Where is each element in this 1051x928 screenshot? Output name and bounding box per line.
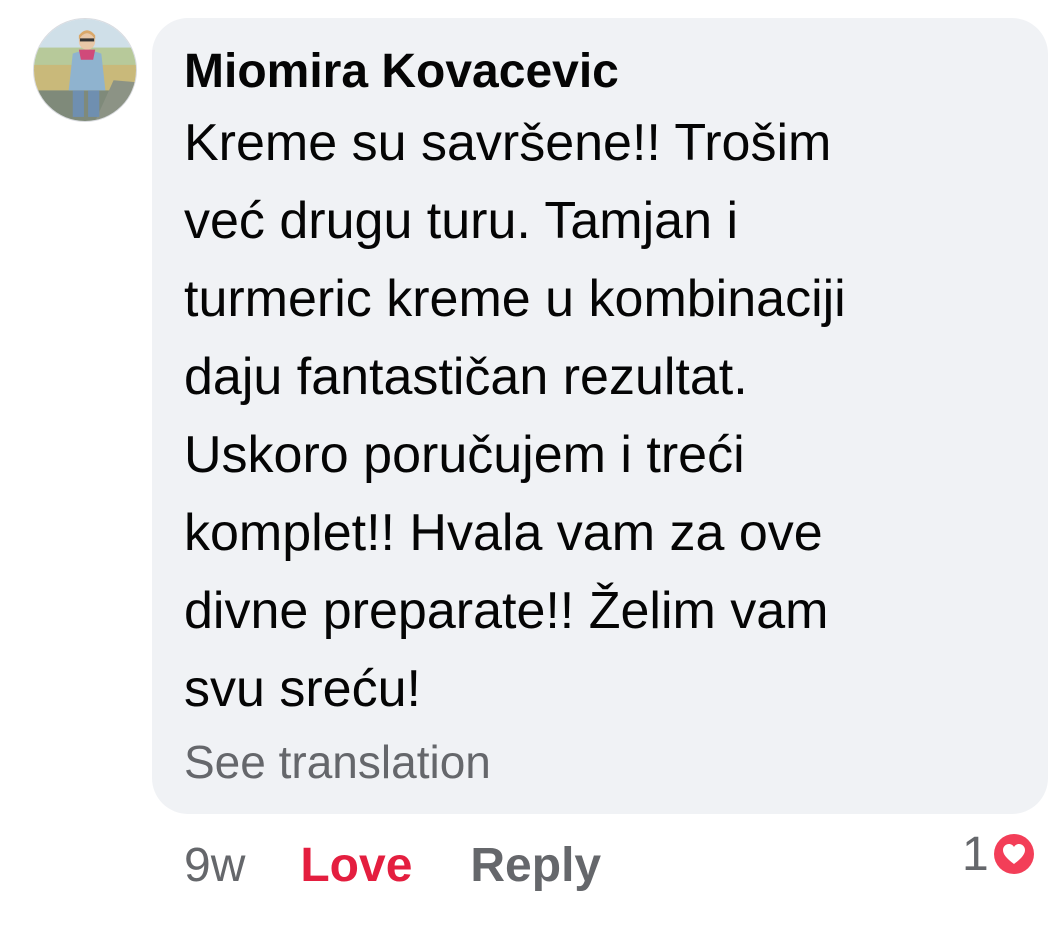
comment-text-line: komplet!! Hvala vam za ove bbox=[184, 504, 823, 562]
comment-text-line: Uskoro poručujem i treći bbox=[184, 426, 745, 484]
reply-button[interactable]: Reply bbox=[470, 838, 601, 893]
heart-icon bbox=[990, 831, 1037, 877]
profile-photo-icon bbox=[34, 19, 136, 121]
comment-text-line: divne preparate!! Želim vam bbox=[184, 582, 829, 640]
see-translation-link[interactable]: See translation bbox=[184, 732, 1008, 792]
comment-text-line: svu sreću! bbox=[184, 660, 421, 718]
love-button[interactable]: Love bbox=[300, 838, 412, 893]
comment-container: Miomira Kovacevic Kreme su savršene!! Tr… bbox=[0, 0, 1051, 928]
avatar[interactable] bbox=[33, 18, 137, 122]
comment-text-line: turmeric kreme u kombinaciji bbox=[184, 270, 846, 328]
reaction-count: 1 bbox=[962, 827, 989, 881]
comment-text-line: Kreme su savršene!! Trošim bbox=[184, 114, 832, 172]
comment-bubble: Miomira Kovacevic Kreme su savršene!! Tr… bbox=[152, 18, 1048, 814]
comment-actions: 9w Love Reply bbox=[184, 833, 601, 897]
comment-timestamp[interactable]: 9w bbox=[184, 838, 245, 893]
comment-text-line: daju fantastičan rezultat. bbox=[184, 348, 748, 406]
comment-text: Kreme su savršene!! Trošim već drugu tur… bbox=[184, 102, 1008, 728]
comment-author[interactable]: Miomira Kovacevic bbox=[184, 42, 1008, 102]
comment-text-line: već drugu turu. Tamjan i bbox=[184, 192, 738, 250]
reaction-summary[interactable]: 1 bbox=[962, 826, 1037, 882]
